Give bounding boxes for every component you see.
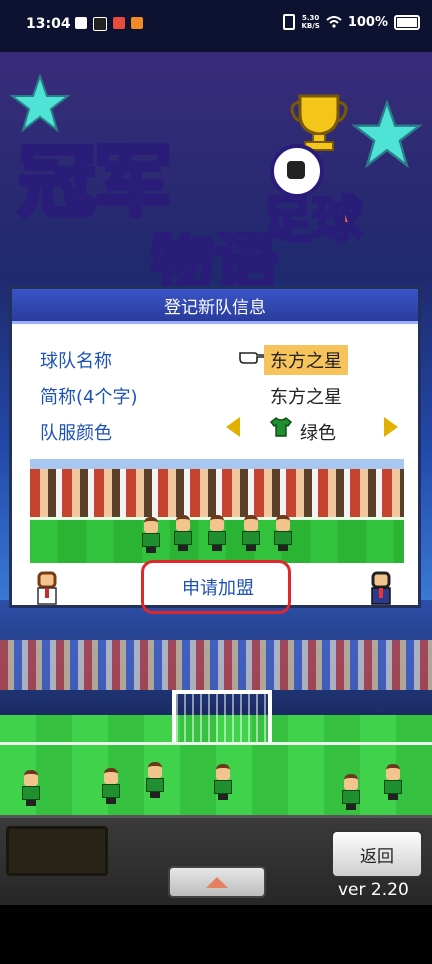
team-name-label: 球队名称	[40, 351, 112, 372]
pitch-line	[0, 742, 432, 745]
stadium-crowd	[0, 640, 432, 690]
player-sprite	[384, 764, 402, 800]
info-screen	[6, 826, 108, 876]
game-logo-line3: 物语	[150, 232, 278, 288]
player-sprite	[214, 764, 232, 800]
game-logo-title: 冠军	[16, 136, 174, 230]
wifi-icon	[326, 16, 342, 28]
trophy-icon	[290, 94, 348, 151]
player-sprite	[22, 770, 40, 806]
dialog-title: 登记新队信息	[12, 289, 418, 324]
message-icon	[75, 17, 87, 29]
player-sprite	[274, 515, 292, 551]
goal-net	[172, 690, 272, 744]
manager-avatar-icon	[37, 571, 57, 605]
system-nav-area	[0, 905, 432, 964]
back-button[interactable]: 返回	[331, 830, 423, 878]
status-time: 13:04	[26, 16, 71, 32]
net-speed: 5.30 KB/S	[301, 14, 319, 30]
battery-icon	[394, 14, 420, 30]
battery-text: 100%	[347, 14, 388, 30]
kit-color-value: 绿色	[300, 423, 336, 444]
version-label: ver 2.20	[338, 880, 409, 900]
app-notification-icon	[113, 17, 125, 29]
staff-avatar-icon	[371, 571, 391, 605]
net-speed-value: 5.30	[302, 14, 320, 22]
scroll-up-button[interactable]	[168, 866, 266, 898]
highlight-annotation	[141, 560, 291, 614]
back-button-label: 返回	[360, 846, 394, 867]
vibrate-icon	[283, 14, 296, 30]
net-speed-unit: KB/S	[301, 22, 320, 30]
pointing-hand-icon	[239, 352, 266, 364]
kit-color-label: 队服颜色	[40, 423, 112, 444]
weibo-icon	[131, 17, 143, 29]
short-name-label: 简称(4个字)	[40, 387, 138, 408]
shirt-icon	[270, 417, 292, 437]
team-name-field[interactable]: 东方之星	[264, 345, 348, 375]
player-sprite	[102, 768, 120, 804]
player-sprite	[242, 515, 260, 551]
status-right: 5.30 KB/S 100%	[283, 14, 420, 30]
player-sprite	[142, 517, 160, 553]
player-sprite	[146, 762, 164, 798]
short-name-field[interactable]: 东方之星	[270, 383, 342, 409]
star-icon	[352, 100, 422, 169]
player-sprite	[208, 515, 226, 551]
notification-icons	[75, 17, 143, 31]
player-sprite	[342, 774, 360, 810]
status-bar: 13:04 5.30 KB/S 100%	[0, 0, 432, 52]
kit-color-next-arrow-icon[interactable]	[384, 417, 398, 437]
tiktok-icon	[93, 17, 107, 31]
kit-color-prev-arrow-icon[interactable]	[226, 417, 240, 437]
up-arrow-icon	[206, 876, 228, 888]
player-sprite	[174, 515, 192, 551]
